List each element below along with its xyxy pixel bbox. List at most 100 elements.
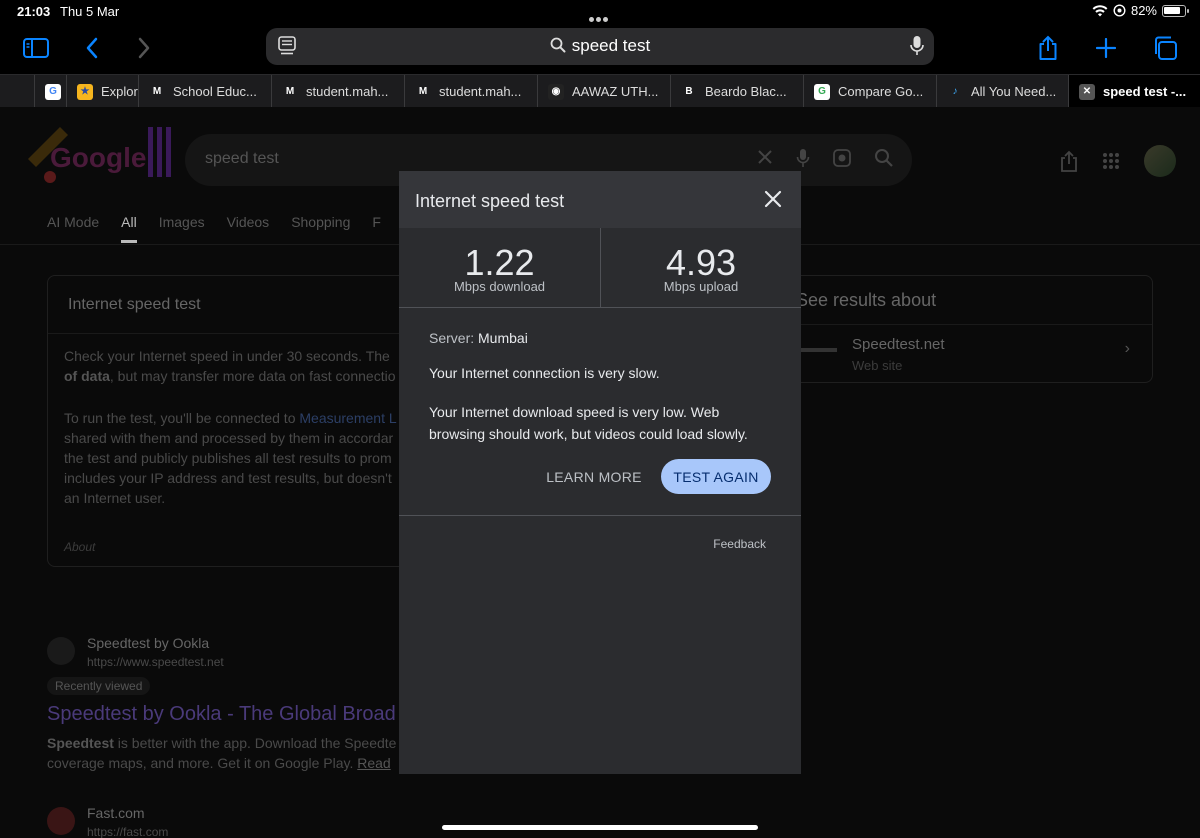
dialog-header: Internet speed test — [399, 171, 801, 228]
forward-icon[interactable] — [128, 32, 160, 64]
tab-more[interactable]: F — [372, 214, 381, 243]
tab-label: School Educ... — [173, 84, 257, 99]
tab-ai-mode[interactable]: AI Mode — [47, 214, 99, 243]
share-page-icon[interactable] — [1060, 150, 1078, 172]
m-favicon-icon: M — [282, 83, 298, 100]
m-favicon-icon: M — [415, 83, 431, 100]
learn-more-button[interactable]: LEARN MORE — [539, 459, 649, 495]
card-description: Check your Internet speed in under 30 se… — [64, 348, 396, 384]
about-link[interactable]: About — [64, 540, 95, 554]
google-search-text: speed test — [205, 150, 279, 167]
speed-test-card: Internet speed test Check your Internet … — [47, 275, 407, 567]
close-icon[interactable] — [763, 189, 783, 209]
location-lock-icon — [1113, 4, 1126, 17]
result-url[interactable]: https://fast.com — [87, 825, 168, 838]
tab-all-you-need[interactable]: ♪ All You Need... — [936, 75, 1068, 108]
search-icon — [550, 37, 566, 58]
multitasking-dots-icon[interactable] — [589, 9, 611, 22]
tab-student-mah-2[interactable]: M student.mah... — [404, 75, 537, 108]
divider — [771, 324, 1152, 325]
music-favicon-icon: ♪ — [947, 83, 963, 100]
explore-favicon-icon: ★ — [77, 83, 93, 100]
connection-summary: Your Internet connection is very slow. — [429, 365, 660, 381]
download-unit: Mbps download — [453, 279, 546, 294]
tab-label: student.mah... — [439, 84, 522, 99]
battery-icon — [1162, 4, 1189, 17]
connection-detail: Your Internet download speed is very low… — [429, 404, 748, 442]
side-panel-title: See results about — [796, 290, 937, 310]
tab-shopping[interactable]: Shopping — [291, 214, 350, 243]
divider — [48, 333, 406, 334]
lens-icon[interactable] — [832, 148, 852, 168]
tab-label: Compare Go... — [838, 84, 924, 99]
tab-label: Beardo Blac... — [705, 84, 787, 99]
upload-unit: Mbps upload — [663, 279, 739, 294]
tab-speed-test-active[interactable]: ✕ speed test -... — [1068, 75, 1200, 108]
result-snippet: Speedtest is better with the app. Downlo… — [47, 735, 397, 771]
new-tab-icon[interactable] — [1090, 32, 1122, 64]
apps-grid-icon[interactable] — [1102, 152, 1120, 170]
tab-explore[interactable]: ★ Explore — [66, 75, 138, 108]
tab-overview-icon[interactable] — [1149, 32, 1181, 64]
tab-aawaz[interactable]: ◉ AAWAZ UTH... — [537, 75, 670, 108]
tab-student-mah-1[interactable]: M student.mah... — [271, 75, 404, 108]
tab-label: All You Need... — [971, 84, 1057, 99]
search-submit-icon[interactable] — [874, 148, 894, 168]
browser-toolbar: speed test — [0, 24, 1200, 72]
status-bar: 21:03 Thu 5 Mar 82% — [0, 0, 1200, 24]
card-disclosure: To run the test, you'll be connected to … — [64, 410, 397, 506]
tab-label: Explore — [101, 84, 138, 99]
b-favicon-icon: B — [681, 83, 697, 100]
result-site-name: Speedtest by Ookla — [87, 635, 210, 651]
status-right: 82% — [1092, 3, 1189, 18]
speedtest-favicon-icon — [47, 637, 75, 665]
side-entity-name[interactable]: Speedtest.net — [852, 336, 945, 353]
tab-label: AAWAZ UTH... — [572, 84, 659, 99]
share-icon[interactable] — [1032, 32, 1064, 64]
microphone-icon[interactable] — [910, 35, 924, 62]
speed-results: 1.22 Mbps download 4.93 Mbps upload — [399, 228, 801, 308]
chevron-right-icon[interactable]: › — [1125, 340, 1130, 358]
search-type-tabs: AI Mode All Images Videos Shopping F — [47, 214, 381, 243]
tab-bar: G ★ Explore M School Educ... M student.m… — [0, 74, 1200, 108]
home-indicator[interactable] — [442, 825, 758, 830]
back-icon[interactable] — [76, 32, 108, 64]
feedback-link[interactable]: Feedback — [713, 537, 766, 551]
measurement-lab-link[interactable]: Measurement L — [299, 410, 396, 426]
status-time: 21:03 — [17, 4, 51, 19]
aawaz-favicon-icon: ◉ — [548, 83, 564, 100]
wifi-icon — [1092, 4, 1108, 17]
tab-videos[interactable]: Videos — [227, 214, 270, 243]
close-tab-icon[interactable]: ✕ — [1079, 83, 1095, 100]
google-favicon-icon: G — [45, 83, 61, 100]
upload-stat: 4.93 Mbps upload — [600, 228, 801, 308]
side-entity-type: Web site — [852, 358, 903, 373]
avatar[interactable] — [1144, 145, 1176, 177]
tab-all[interactable]: All — [121, 214, 137, 243]
upload-value: 4.93 — [665, 242, 737, 283]
tab-beardo[interactable]: B Beardo Blac... — [670, 75, 803, 108]
google-favicon-icon: G — [814, 83, 830, 100]
read-more-link[interactable]: Read — [357, 755, 390, 771]
voice-search-icon[interactable] — [796, 148, 810, 168]
result-url[interactable]: https://www.speedtest.net — [87, 655, 224, 669]
address-bar[interactable]: speed test — [266, 28, 934, 65]
battery-percent: 82% — [1130, 3, 1157, 18]
download-value: 1.22 — [464, 242, 535, 283]
google-doodle-logo[interactable]: Google — [20, 119, 180, 189]
server-value: Mumbai — [478, 330, 528, 346]
download-stat: 1.22 Mbps download — [399, 228, 600, 308]
status-date: Thu 5 Mar — [60, 4, 120, 19]
dialog-title: Internet speed test — [415, 191, 565, 211]
sidebar-icon[interactable] — [20, 32, 52, 64]
result-title-link[interactable]: Speedtest by Ookla - The Global Broad — [47, 703, 396, 726]
tab-compare-go[interactable]: G Compare Go... — [803, 75, 936, 108]
divider — [399, 515, 801, 516]
server-info: Server: Mumbai — [429, 330, 528, 346]
tab-school-education[interactable]: M School Educ... — [138, 75, 271, 108]
svg-text:Google: Google — [50, 142, 146, 173]
tab-google[interactable]: G — [34, 75, 66, 108]
test-again-button[interactable]: TEST AGAIN — [661, 459, 771, 494]
clear-icon[interactable] — [756, 148, 774, 166]
tab-images[interactable]: Images — [159, 214, 205, 243]
